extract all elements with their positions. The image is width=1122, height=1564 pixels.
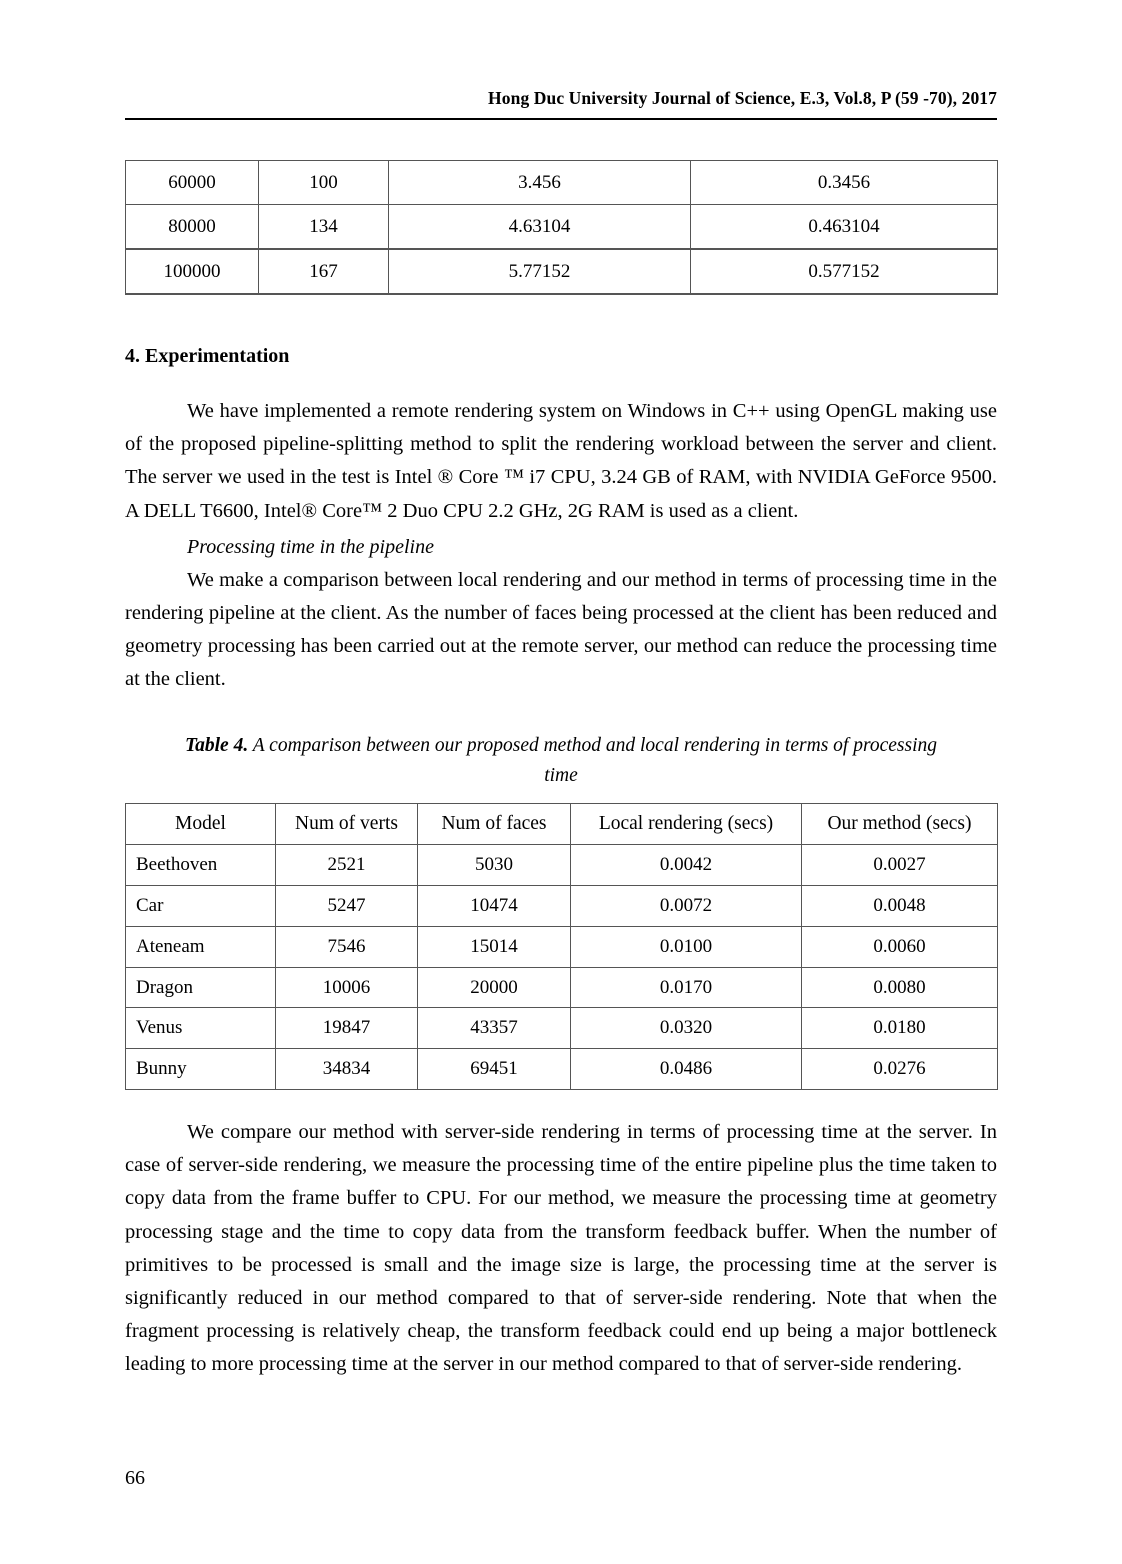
table-cell: 3.456 xyxy=(388,160,691,205)
table-cell: 167 xyxy=(258,248,389,295)
table4-value-cell: 2521 xyxy=(275,844,418,887)
header-divider-rule xyxy=(125,118,997,120)
table4-model-cell: Ateneam xyxy=(125,925,276,968)
table4-value-cell: 19847 xyxy=(275,1007,418,1050)
table-row: 60000 100 3.456 0.3456 xyxy=(125,160,998,205)
table4-value-cell: 5030 xyxy=(417,844,571,887)
table4-model-cell: Beethoven xyxy=(125,844,276,887)
table4-value-cell: 5247 xyxy=(275,885,418,927)
paragraph-experimentation-setup: We have implemented a remote rendering s… xyxy=(125,400,997,522)
table4-value-cell: 0.0080 xyxy=(801,966,998,1009)
table4-value-cell: 0.0072 xyxy=(570,885,802,927)
table-row: Bunny 34834 69451 0.0486 0.0276 xyxy=(125,1048,998,1090)
table4-body: Beethoven 2521 5030 0.0042 0.0027 Car 5247 1047… xyxy=(125,844,998,1090)
table4-value-cell: 15014 xyxy=(417,925,571,968)
table4-value-cell: 0.0100 xyxy=(570,925,802,968)
table4-caption: Table 4. A comparison between our propos… xyxy=(125,731,997,791)
table4-column-header: Num of verts xyxy=(275,803,418,846)
table4-column-header: Our method (secs) xyxy=(801,803,998,846)
table4-value-cell: 10474 xyxy=(417,885,571,927)
table4-value-cell: 10006 xyxy=(275,966,418,1009)
table4-value-cell: 43357 xyxy=(417,1007,571,1050)
page-content: 60000 100 3.456 0.3456 80000 134 4.63104 0.4631… xyxy=(125,160,998,1382)
table4-head: Model Num of verts Num of faces Local rende… xyxy=(125,803,998,846)
table4-value-cell: 0.0048 xyxy=(801,885,998,927)
table4-value-cell: 0.0042 xyxy=(570,844,802,887)
table4-value-cell: 7546 xyxy=(275,925,418,968)
table4-value-cell: 34834 xyxy=(275,1048,418,1090)
page-number: 66 xyxy=(125,1467,145,1489)
table4-value-cell: 20000 xyxy=(417,966,571,1009)
continued-table-body: 60000 100 3.456 0.3456 80000 134 4.63104 0.4631… xyxy=(125,160,998,295)
table4-column-header: Local rendering (secs) xyxy=(570,803,802,846)
table4-value-cell: 0.0060 xyxy=(801,925,998,968)
table-row: 100000 167 5.77152 0.577152 xyxy=(125,248,998,295)
table4-caption-label: Table 4. xyxy=(185,734,249,756)
table-row: Car 5247 10474 0.0072 0.0048 xyxy=(125,885,998,927)
section-heading: 4. Experimentation xyxy=(125,345,290,367)
table4-model-cell: Bunny xyxy=(125,1048,276,1090)
table-cell: 0.3456 xyxy=(690,160,998,205)
table4-comparison: Model Num of verts Num of faces Local rende… xyxy=(125,803,998,1090)
table-row: Dragon 10006 20000 0.0170 0.0080 xyxy=(125,966,998,1009)
table4-column-header: Model xyxy=(125,803,276,846)
document-page: Hong Duc University Journal of Science, … xyxy=(0,0,1122,1564)
table-cell: 0.577152 xyxy=(690,248,998,295)
running-head: Hong Duc University Journal of Science, … xyxy=(488,88,997,108)
table-cell: 4.63104 xyxy=(388,204,691,250)
table4-model-cell: Venus xyxy=(125,1007,276,1050)
table4-model-cell: Car xyxy=(125,885,276,927)
table-row: 80000 134 4.63104 0.463104 xyxy=(125,204,998,250)
table4-value-cell: 0.0276 xyxy=(801,1048,998,1090)
table4-value-cell: 0.0027 xyxy=(801,844,998,887)
table-row: Venus 19847 43357 0.0320 0.0180 xyxy=(125,1007,998,1050)
table4-value-cell: 0.0170 xyxy=(570,966,802,1009)
table-cell: 100000 xyxy=(125,248,259,295)
table4-value-cell: 69451 xyxy=(417,1048,571,1090)
table-cell: 134 xyxy=(258,204,389,250)
paragraph-pipeline-comparison: We make a comparison between local rende… xyxy=(125,568,997,691)
table4-value-cell: 0.0320 xyxy=(570,1007,802,1050)
table-cell: 80000 xyxy=(125,204,259,250)
continued-data-table: 60000 100 3.456 0.3456 80000 134 4.63104 0.4631… xyxy=(125,160,998,295)
table4-caption-text: A comparison between our proposed method… xyxy=(248,734,937,786)
table4-model-cell: Dragon xyxy=(125,966,276,1009)
table-row: Beethoven 2521 5030 0.0042 0.0027 xyxy=(125,844,998,887)
subheading-processing-time: Processing time in the pipeline xyxy=(187,535,434,558)
table-cell: 60000 xyxy=(125,160,259,205)
table4-column-header: Num of faces xyxy=(417,803,571,846)
table-cell: 5.77152 xyxy=(388,248,691,295)
table4-header-row: Model Num of verts Num of faces Local rende… xyxy=(125,803,998,846)
table4-value-cell: 0.0486 xyxy=(570,1048,802,1090)
table4-value-cell: 0.0180 xyxy=(801,1007,998,1050)
table-row: Ateneam 7546 15014 0.0100 0.0060 xyxy=(125,925,998,968)
table-cell: 100 xyxy=(258,160,389,205)
paragraph-server-side-comparison: We compare our method with server-side r… xyxy=(125,1120,997,1376)
table-cell: 0.463104 xyxy=(690,204,998,250)
